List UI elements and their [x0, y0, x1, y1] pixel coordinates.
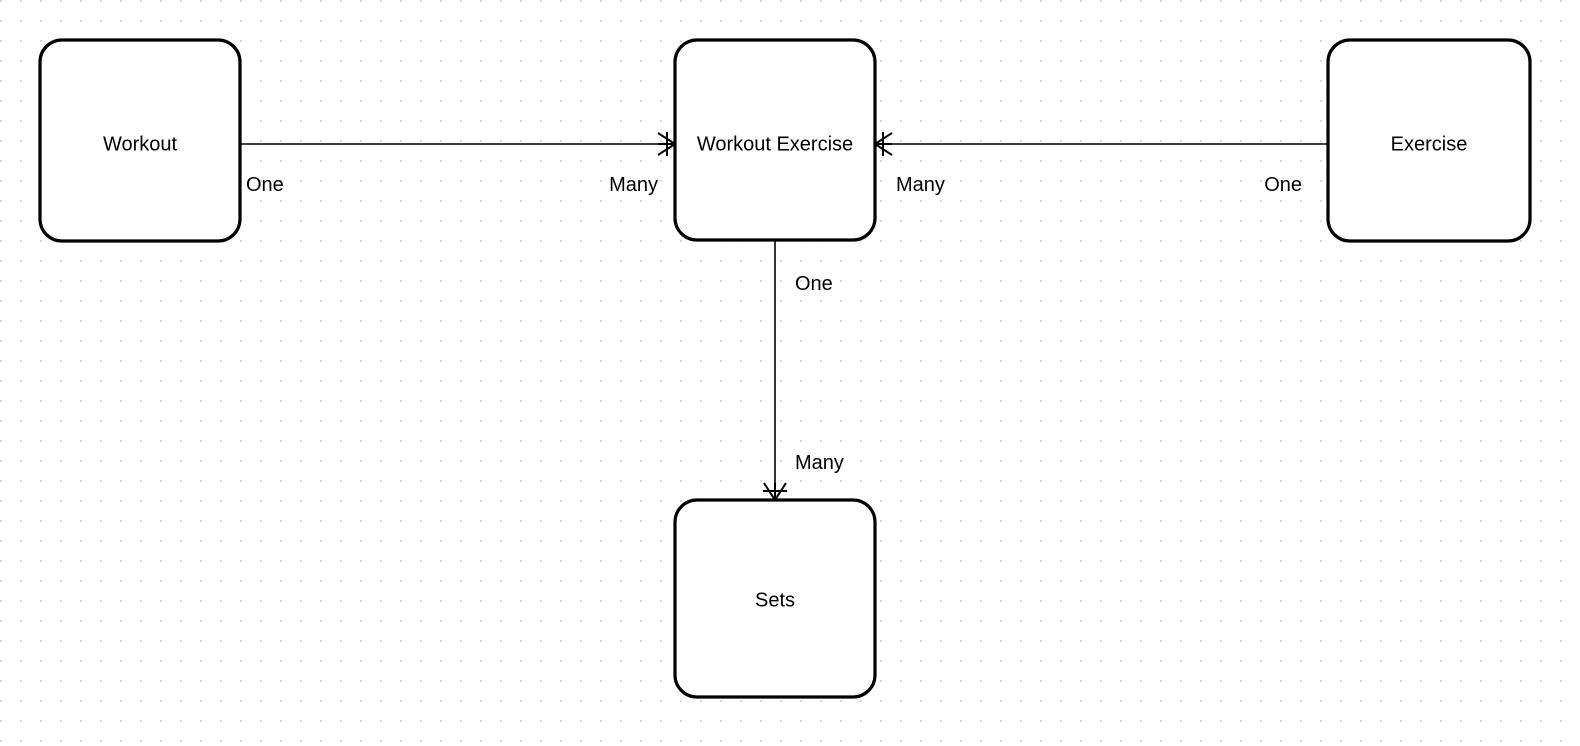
- cardinality-label-workout-exercise-many-left: Many: [609, 174, 658, 196]
- entity-workout-label: Workout: [103, 133, 178, 155]
- entity-sets-label: Sets: [755, 589, 795, 611]
- crows-foot-many-icon-left: [657, 132, 677, 156]
- crows-foot-many-icon-bottom: [763, 482, 787, 502]
- entity-sets[interactable]: Sets: [673, 498, 877, 699]
- er-diagram[interactable]: Workout Workout Exercise Exercise Sets O…: [0, 0, 1580, 746]
- diagram-canvas[interactable]: Workout Workout Exercise Exercise Sets O…: [0, 0, 1580, 746]
- cardinality-label-sets-many: Many: [795, 452, 844, 474]
- entity-exercise[interactable]: Exercise: [1326, 38, 1532, 243]
- cardinality-label-exercise-one: One: [1264, 174, 1302, 196]
- crows-foot-many-icon-right: [873, 132, 893, 156]
- entities: Workout Workout Exercise Exercise Sets: [38, 38, 1532, 699]
- entity-workout[interactable]: Workout: [38, 38, 242, 243]
- entity-workout-exercise[interactable]: Workout Exercise: [673, 38, 877, 242]
- entity-workout-exercise-label: Workout Exercise: [697, 133, 853, 155]
- entity-exercise-label: Exercise: [1391, 133, 1468, 155]
- cardinality-label-workout-one: One: [246, 174, 284, 196]
- cardinality-label-workout-exercise-one-down: One: [795, 273, 833, 295]
- cardinality-label-workout-exercise-many-right: Many: [896, 174, 945, 196]
